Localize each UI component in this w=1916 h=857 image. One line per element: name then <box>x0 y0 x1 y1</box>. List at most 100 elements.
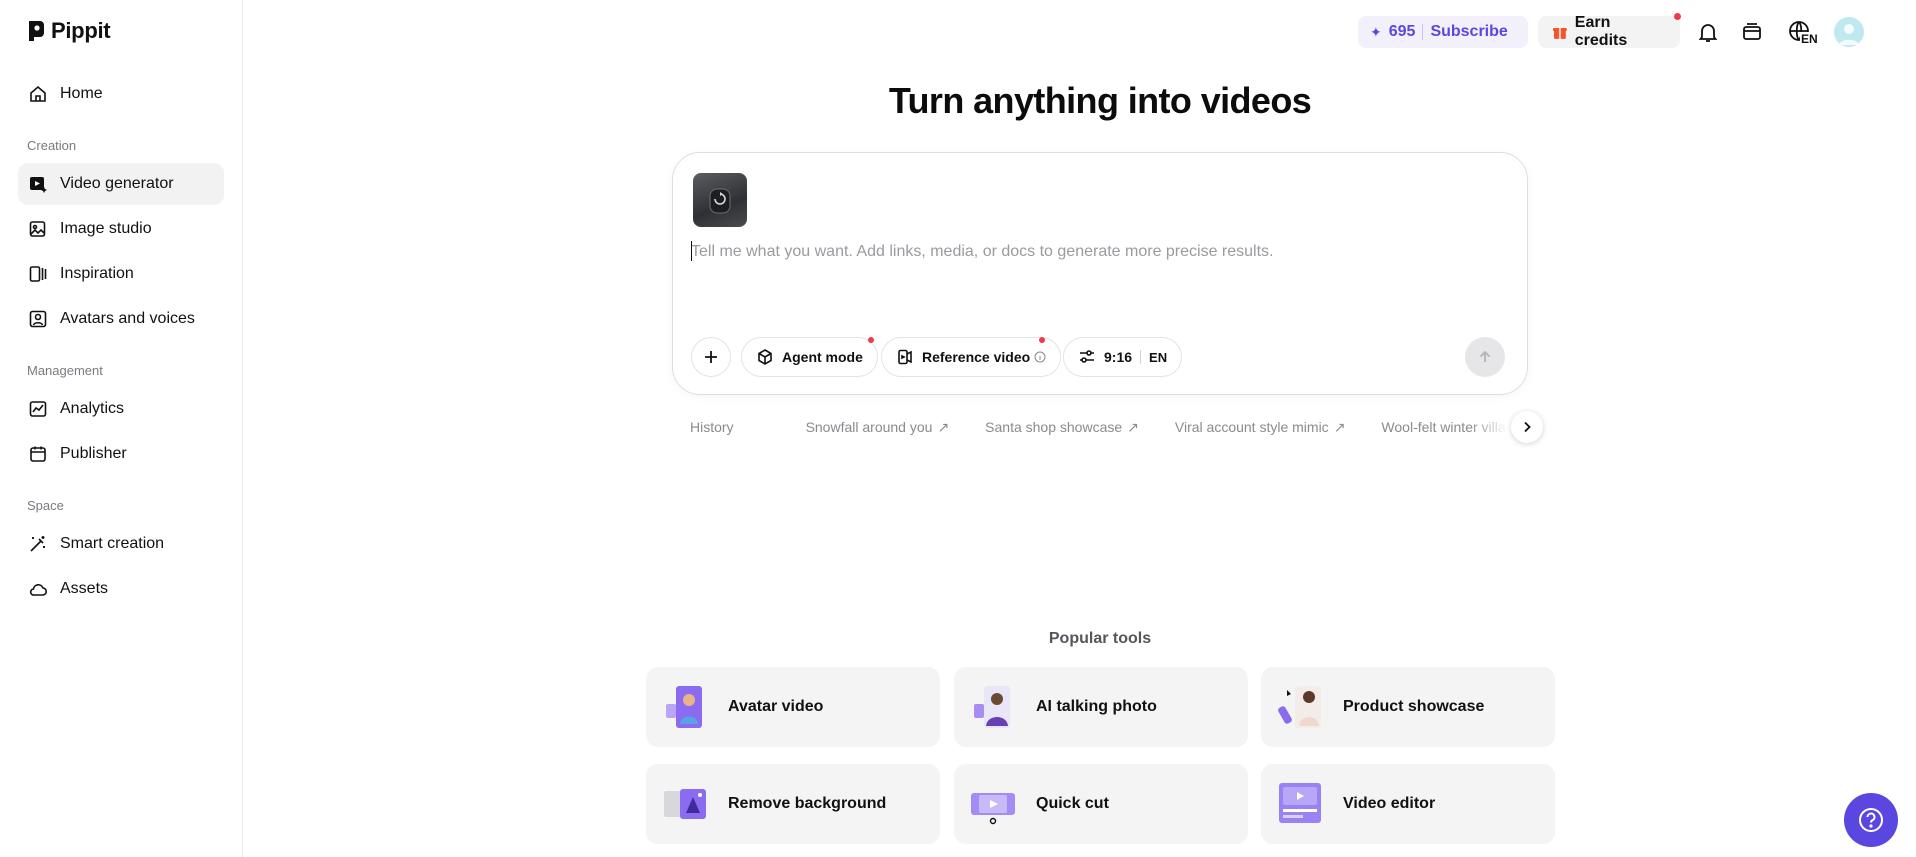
send-button[interactable] <box>1465 337 1505 377</box>
analytics-icon <box>29 401 47 417</box>
agent-mode-label: Agent mode <box>782 349 863 365</box>
reference-video-new-dot <box>1039 337 1045 343</box>
sidebar-item-label: Publisher <box>60 445 127 462</box>
home-icon <box>30 85 46 102</box>
section-label-creation: Creation <box>27 138 77 153</box>
page-title: Turn anything into videos <box>888 80 1312 121</box>
video-editor-illustration <box>1279 783 1321 823</box>
suggestion-chip[interactable]: Snowfall around you ↗ <box>806 419 950 436</box>
history-link[interactable]: History <box>690 419 734 435</box>
talking-photo-illustration <box>974 686 1010 728</box>
sidebar-item-image-studio[interactable]: Image studio <box>18 208 224 250</box>
tool-label: Video editor <box>1343 795 1436 812</box>
sidebar-item-assets[interactable]: Assets <box>18 568 224 610</box>
suggestions-row: History Snowfall around you ↗ Santa shop … <box>690 414 1522 440</box>
suggestion-chip[interactable]: Santa shop showcase ↗ <box>985 419 1139 436</box>
credits-pill[interactable]: ✦ 695 Subscribe <box>1358 16 1528 48</box>
tool-remove-background[interactable]: Remove background <box>646 764 940 844</box>
notifications-button[interactable] <box>1694 18 1722 46</box>
tool-label: Remove background <box>728 795 887 812</box>
sliders-icon <box>1080 350 1094 363</box>
agent-mode-chip[interactable]: Agent mode <box>741 337 878 377</box>
magic-wand-icon <box>30 536 45 552</box>
user-avatar-icon <box>1839 24 1859 45</box>
tool-video-editor[interactable]: Video editor <box>1261 764 1555 844</box>
tool-quick-cut[interactable]: Quick cut <box>954 764 1248 844</box>
agent-mode-new-dot <box>868 337 874 343</box>
sparkle-icon: ✦ <box>1370 23 1382 40</box>
suggestions-next-button[interactable] <box>1511 411 1543 443</box>
suggestion-label: Snowfall around you <box>805 419 933 435</box>
image-studio-icon <box>29 221 46 237</box>
tool-avatar-video[interactable]: Avatar video <box>646 667 940 747</box>
prompt-input[interactable] <box>691 237 1491 267</box>
cloud-icon <box>29 584 48 596</box>
pippit-logo-icon <box>29 21 44 41</box>
avatar-video-illustration <box>666 686 702 728</box>
quick-cut-illustration <box>971 793 1015 825</box>
sidebar-item-label: Analytics <box>60 400 125 417</box>
settings-chip[interactable]: 9:16 EN <box>1063 337 1183 377</box>
earn-credits-label: Earn credits <box>1574 14 1628 49</box>
sidebar-item-publisher[interactable]: Publisher <box>18 433 224 475</box>
sidebar: Pippit Home Creation Video generator Ima… <box>0 0 243 857</box>
sidebar-item-label: Home <box>60 85 103 102</box>
earn-credits-button[interactable]: Earn credits <box>1538 14 1680 49</box>
credits-count: 695 <box>1388 23 1416 40</box>
reference-video-chip[interactable]: Reference video <box>881 337 1062 377</box>
tool-product-showcase[interactable]: Product showcase <box>1261 667 1555 747</box>
suggestion-chip[interactable]: Viral account style mimic ↗ <box>1175 419 1346 436</box>
arrow-up-icon <box>1479 350 1491 362</box>
attached-media-thumbnail[interactable] <box>693 173 747 227</box>
user-avatar[interactable] <box>1834 17 1864 47</box>
inspiration-icon <box>29 266 47 282</box>
sidebar-item-label: Avatars and voices <box>60 310 195 327</box>
sidebar-item-label: Assets <box>60 580 109 597</box>
sidebar-item-label: Video generator <box>60 175 174 192</box>
calendar-icon <box>30 446 46 462</box>
section-label-space: Space <box>27 498 64 513</box>
reference-video-icon <box>898 349 912 365</box>
language-button[interactable]: EN <box>1782 18 1819 46</box>
add-attachment-button[interactable] <box>691 337 731 377</box>
app-root: Pippit Home Creation Video generator Ima… <box>0 0 1916 857</box>
help-button[interactable] <box>1844 793 1898 847</box>
sidebar-item-analytics[interactable]: Analytics <box>18 388 224 430</box>
suggestion-label: Santa shop showcase <box>985 419 1123 435</box>
subscribe-button[interactable]: Subscribe <box>1430 23 1507 41</box>
tool-label: AI talking photo <box>1036 698 1157 715</box>
divider <box>1422 24 1424 40</box>
tool-label: Avatar video <box>728 698 824 715</box>
avatar-icon <box>29 310 47 328</box>
arrow-up-right-icon: ↗ <box>1127 418 1139 435</box>
tool-ai-talking-photo[interactable]: AI talking photo <box>954 667 1248 747</box>
product-showcase-illustration <box>1278 686 1321 728</box>
reference-video-label: Reference video <box>922 349 1031 365</box>
section-label-management: Management <box>27 363 103 378</box>
sidebar-item-inspiration[interactable]: Inspiration <box>18 253 224 295</box>
brand-name: Pippit <box>51 18 111 43</box>
info-icon[interactable] <box>1034 351 1046 363</box>
remove-background-illustration <box>664 789 706 819</box>
video-generator-icon <box>30 177 47 193</box>
prompt-card: Agent mode Reference video 9:16 EN <box>672 152 1528 395</box>
arrow-up-right-icon: ↗ <box>1333 418 1346 435</box>
sidebar-item-label: Smart creation <box>60 535 165 552</box>
language-value: EN <box>1149 349 1168 365</box>
sidebar-item-label: Image studio <box>60 220 152 237</box>
brand-logo[interactable]: Pippit <box>27 18 111 44</box>
sidebar-item-video-generator[interactable]: Video generator <box>18 163 224 205</box>
language-code: EN <box>1800 32 1819 46</box>
arrow-up-right-icon: ↗ <box>937 418 950 435</box>
sidebar-item-avatars-voices[interactable]: Avatars and voices <box>18 298 224 340</box>
sidebar-item-smart-creation[interactable]: Smart creation <box>18 523 224 565</box>
wallet-button[interactable] <box>1738 18 1766 46</box>
chip-divider <box>1140 350 1142 364</box>
text-caret <box>691 241 692 261</box>
chevron-right-icon <box>1524 421 1531 433</box>
aspect-ratio-value: 9:16 <box>1104 349 1133 365</box>
earbuds-case-image <box>709 188 731 214</box>
sidebar-item-home[interactable]: Home <box>18 73 224 115</box>
wallet-icon <box>1743 23 1761 40</box>
tool-label: Product showcase <box>1343 698 1485 715</box>
